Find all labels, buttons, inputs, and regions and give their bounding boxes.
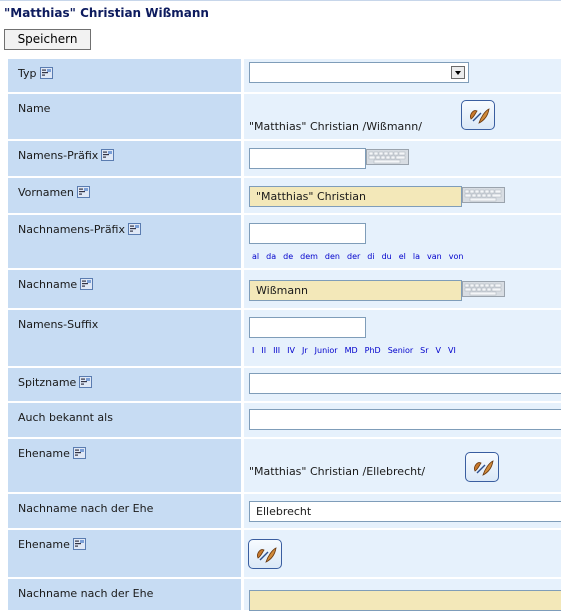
suffix-option[interactable]: Sr <box>420 346 428 355</box>
keyboard-icon[interactable] <box>366 149 409 165</box>
nachnamens-praefix-label-cell: Nachnamens-Präfix <box>8 215 241 268</box>
namens-praefix-input[interactable] <box>249 148 366 169</box>
prefix-option[interactable]: de <box>283 252 293 261</box>
edit-name-icon <box>469 108 490 124</box>
prefix-option[interactable]: al <box>252 252 259 261</box>
suffix-option[interactable]: MD <box>345 346 358 355</box>
spitzname-label-cell: Spitzname <box>8 368 241 401</box>
help-icon[interactable] <box>39 67 53 79</box>
nachname-nach-ehe-2-label-cell: Nachname nach der Ehe <box>8 579 241 610</box>
save-button[interactable]: Speichern <box>4 29 91 50</box>
vornamen-input[interactable]: "Matthias" Christian <box>249 186 462 207</box>
auch-bekannt-als-label: Auch bekannt als <box>18 411 113 424</box>
ehename-1-label: Ehename <box>18 447 70 460</box>
name-label: Name <box>18 102 51 115</box>
prefix-option[interactable]: la <box>413 252 420 261</box>
ehename-2-label: Ehename <box>18 538 70 551</box>
name-value: "Matthias" Christian /Wißmann/ <box>249 120 422 133</box>
help-icon[interactable] <box>72 447 86 459</box>
typ-select[interactable] <box>249 62 469 83</box>
prefix-option[interactable]: du <box>382 252 392 261</box>
ehename-2-label-cell: Ehename <box>8 530 241 577</box>
prefix-option[interactable]: der <box>347 252 360 261</box>
suffix-option[interactable]: I <box>252 346 254 355</box>
help-icon[interactable] <box>79 376 93 388</box>
typ-label-cell: Typ <box>8 59 241 92</box>
help-icon[interactable] <box>76 186 90 198</box>
suffix-option[interactable]: V <box>436 346 441 355</box>
nachname-nach-ehe-1-label: Nachname nach der Ehe <box>18 502 154 515</box>
nachnamens-praefix-input[interactable] <box>249 223 366 244</box>
prefix-option[interactable]: van <box>427 252 442 261</box>
help-icon[interactable] <box>101 149 115 161</box>
nachname-label-cell: Nachname <box>8 270 241 308</box>
suffix-option[interactable]: II <box>261 346 266 355</box>
suffix-option[interactable]: PhD <box>365 346 381 355</box>
top-divider <box>0 0 561 1</box>
edit-ehename-2-button[interactable] <box>248 539 282 569</box>
suffix-option[interactable]: III <box>273 346 280 355</box>
nachname-nach-ehe-1-label-cell: Nachname nach der Ehe <box>8 494 241 528</box>
help-icon[interactable] <box>72 538 86 550</box>
ehename-2-value-cell <box>244 530 561 577</box>
namens-suffix-label-cell: Namens-Suffix <box>8 310 241 366</box>
chevron-down-icon[interactable] <box>451 66 465 79</box>
prefix-option[interactable]: el <box>399 252 406 261</box>
spitzname-label: Spitzname <box>18 376 77 389</box>
help-icon[interactable] <box>80 278 94 290</box>
suffix-option[interactable]: Jr <box>302 346 308 355</box>
suffix-option[interactable]: IV <box>287 346 295 355</box>
help-icon[interactable] <box>128 223 141 235</box>
auch-bekannt-als-label-cell: Auch bekannt als <box>8 403 241 437</box>
prefix-option[interactable]: von <box>449 252 464 261</box>
namens-praefix-label-cell: Namens-Präfix <box>8 141 241 176</box>
page-title: "Matthias" Christian Wißmann <box>4 6 209 20</box>
typ-label: Typ <box>18 67 37 80</box>
suffix-option[interactable]: VI <box>448 346 456 355</box>
edit-name-icon <box>256 547 277 563</box>
vornamen-label: Vornamen <box>18 186 74 199</box>
nachname-label: Nachname <box>18 278 78 291</box>
prefix-option[interactable]: di <box>367 252 374 261</box>
edit-name-icon <box>473 460 494 476</box>
namens-suffix-label: Namens-Suffix <box>18 318 99 331</box>
prefix-option[interactable]: dem <box>300 252 318 261</box>
ehename-1-label-cell: Ehename <box>8 439 241 492</box>
prefix-option[interactable]: den <box>325 252 340 261</box>
nachname-nach-ehe-1-input[interactable]: Ellebrecht <box>249 501 561 522</box>
spitzname-input[interactable] <box>249 373 561 394</box>
edit-name-button[interactable] <box>461 100 495 130</box>
nachname-nach-ehe-2-input[interactable] <box>249 590 561 611</box>
namens-praefix-label: Namens-Präfix <box>18 149 99 162</box>
prefix-option[interactable]: da <box>266 252 276 261</box>
keyboard-icon[interactable] <box>462 187 505 203</box>
nachname-nach-ehe-2-label: Nachname nach der Ehe <box>18 587 154 600</box>
edit-ehename-1-button[interactable] <box>465 452 499 482</box>
suffix-options: I II III IV Jr Junior MD PhD Senior Sr V VI <box>252 346 463 355</box>
nachname-input[interactable]: Wißmann <box>249 280 462 301</box>
nachnamens-praefix-label: Nachnamens-Präfix <box>18 223 125 236</box>
ehename-1-value: "Matthias" Christian /Ellebrecht/ <box>249 465 426 478</box>
suffix-option[interactable]: Senior <box>388 346 413 355</box>
keyboard-icon[interactable] <box>462 281 505 297</box>
prefix-options: al da de dem den der di du el la van von <box>252 252 470 261</box>
namens-suffix-input[interactable] <box>249 317 366 338</box>
name-label-cell: Name <box>8 94 241 139</box>
vornamen-label-cell: Vornamen <box>8 178 241 213</box>
suffix-option[interactable]: Junior <box>315 346 338 355</box>
auch-bekannt-als-input[interactable] <box>249 409 561 430</box>
